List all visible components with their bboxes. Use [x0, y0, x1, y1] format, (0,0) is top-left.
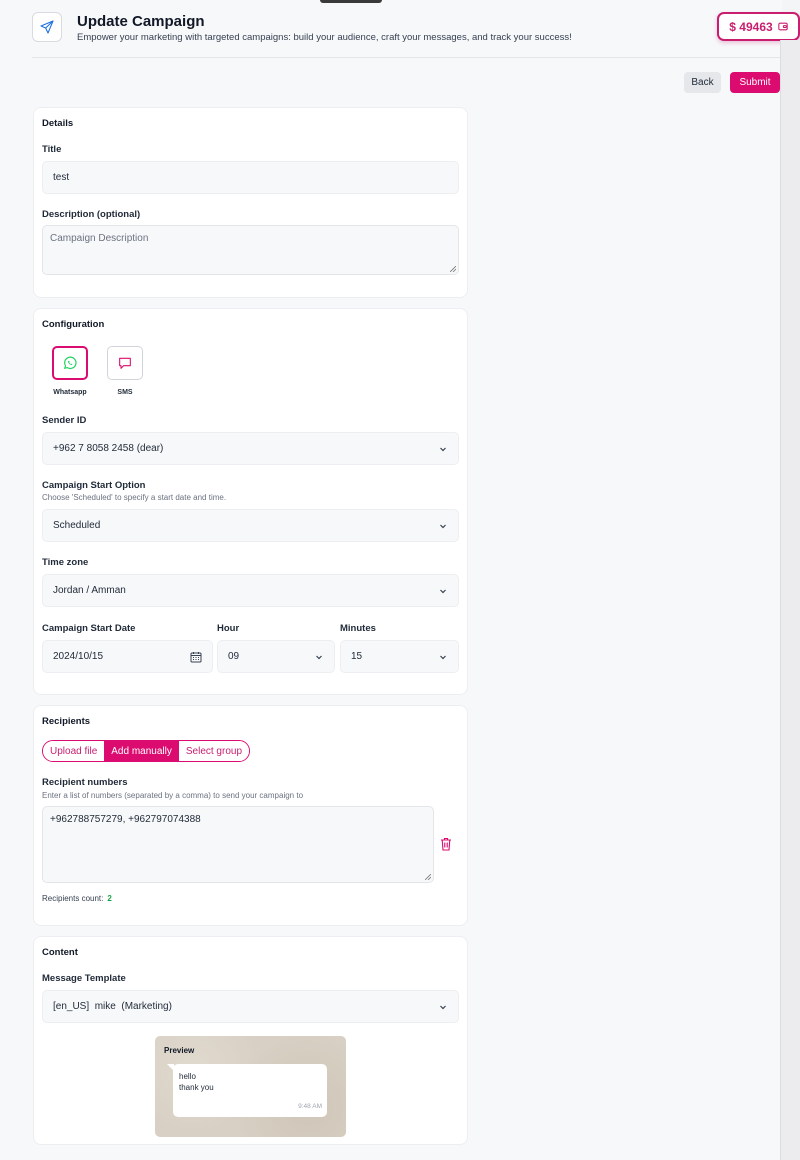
description-textarea[interactable]: Campaign Description	[42, 225, 459, 275]
title-label: Title	[42, 144, 62, 155]
recipient-numbers-value: +962788757279, +962797074388	[50, 814, 201, 825]
title-input[interactable]: test	[42, 161, 459, 194]
chevron-down-icon	[316, 655, 322, 659]
balance-badge[interactable]: $ 49463	[717, 12, 800, 41]
recipients-heading: Recipients	[42, 716, 91, 727]
preview-line-1: hello	[179, 1072, 196, 1081]
chat-bubble-icon	[119, 357, 131, 369]
channel-whatsapp[interactable]	[52, 346, 88, 380]
page-title: Update Campaign	[77, 13, 205, 30]
start-date-value: 2024/10/15	[53, 651, 104, 662]
channel-whatsapp-label: Whatsapp	[53, 389, 87, 396]
start-option-hint: Choose 'Scheduled' to specify a start da…	[42, 493, 227, 502]
recipients-tabs: Upload file Add manually Select group	[42, 740, 251, 762]
page: Update Campaign Empower your marketing w…	[0, 0, 800, 1160]
recipients-card: Recipients Upload file Add manually Sele…	[33, 705, 468, 926]
recipient-numbers-hint: Enter a list of numbers (separated by a …	[42, 791, 304, 800]
preview-time: 9:48 AM	[298, 1103, 322, 1110]
message-preview: Preview hello thank you 9:48 AM	[155, 1036, 346, 1137]
channel-sms-label: SMS	[117, 389, 133, 396]
whatsapp-icon	[64, 356, 77, 370]
submit-button[interactable]: Submit	[730, 72, 780, 93]
hour-select[interactable]: 09	[217, 640, 335, 673]
configuration-card: Configuration Whatsapp SMS Sender ID +96…	[33, 308, 468, 695]
tab-upload-file[interactable]: Upload file	[43, 741, 105, 761]
minutes-select[interactable]: 15	[340, 640, 459, 673]
chevron-down-icon	[440, 524, 446, 528]
back-button[interactable]: Back	[684, 72, 721, 93]
content-card: Content Message Template [en_US] mike (M…	[33, 936, 468, 1145]
preview-line-2: thank you	[179, 1083, 214, 1092]
window-notch	[320, 0, 382, 3]
recipient-numbers-textarea[interactable]: +962788757279, +962797074388	[42, 806, 434, 883]
timezone-value: Jordan / Amman	[53, 585, 126, 596]
minutes-value: 15	[351, 651, 363, 662]
recipients-count-label: Recipients count:	[42, 894, 104, 903]
sender-select[interactable]: +962 7 8058 2458 (dear)	[42, 432, 459, 465]
page-subtitle: Empower your marketing with targeted cam…	[77, 32, 572, 43]
timezone-select[interactable]: Jordan / Amman	[42, 574, 459, 607]
tab-add-manually[interactable]: Add manually	[104, 741, 179, 761]
description-label: Description (optional)	[42, 209, 141, 220]
template-label: Message Template	[42, 973, 126, 984]
balance-value: $ 49463	[729, 19, 773, 34]
chevron-down-icon	[440, 447, 446, 451]
title-value: test	[53, 172, 70, 183]
chevron-down-icon	[440, 1005, 446, 1009]
hour-value: 09	[228, 651, 240, 662]
chevron-down-icon	[440, 589, 446, 593]
channel-sms[interactable]	[107, 346, 143, 380]
description-placeholder: Campaign Description	[50, 233, 149, 244]
message-bubble: hello thank you 9:48 AM	[173, 1064, 327, 1117]
start-option-label: Campaign Start Option	[42, 480, 146, 491]
wallet-icon	[777, 22, 788, 31]
resize-handle-icon[interactable]	[450, 266, 456, 272]
minutes-label: Minutes	[340, 623, 376, 634]
template-value: [en_US] mike (Marketing)	[53, 1001, 172, 1012]
hour-label: Hour	[217, 623, 240, 634]
start-date-label: Campaign Start Date	[42, 623, 136, 634]
trash-icon[interactable]	[440, 837, 452, 851]
start-option-select[interactable]: Scheduled	[42, 509, 459, 542]
content-heading: Content	[42, 947, 78, 958]
start-date-input[interactable]: 2024/10/15	[42, 640, 213, 673]
sender-value: +962 7 8058 2458 (dear)	[53, 443, 164, 454]
preview-title: Preview	[164, 1046, 195, 1055]
calendar-icon[interactable]	[190, 651, 202, 663]
recipients-count: Recipients count: 2	[42, 894, 112, 903]
tab-select-group[interactable]: Select group	[178, 741, 250, 761]
header-divider	[32, 57, 780, 58]
sender-label: Sender ID	[42, 415, 87, 426]
recipient-numbers-label: Recipient numbers	[42, 777, 128, 788]
chevron-down-icon	[440, 655, 446, 659]
details-card: Details Title test Description (optional…	[33, 107, 468, 298]
configuration-heading: Configuration	[42, 319, 105, 330]
start-option-value: Scheduled	[53, 520, 101, 531]
recipients-count-value: 2	[107, 894, 112, 903]
details-heading: Details	[42, 118, 74, 129]
page-header: Update Campaign Empower your marketing w…	[32, 10, 782, 58]
send-icon	[32, 12, 62, 42]
timezone-label: Time zone	[42, 557, 89, 568]
template-select[interactable]: [en_US] mike (Marketing)	[42, 990, 459, 1023]
resize-handle-icon[interactable]	[425, 874, 431, 880]
scrollbar-track[interactable]	[780, 40, 800, 1160]
